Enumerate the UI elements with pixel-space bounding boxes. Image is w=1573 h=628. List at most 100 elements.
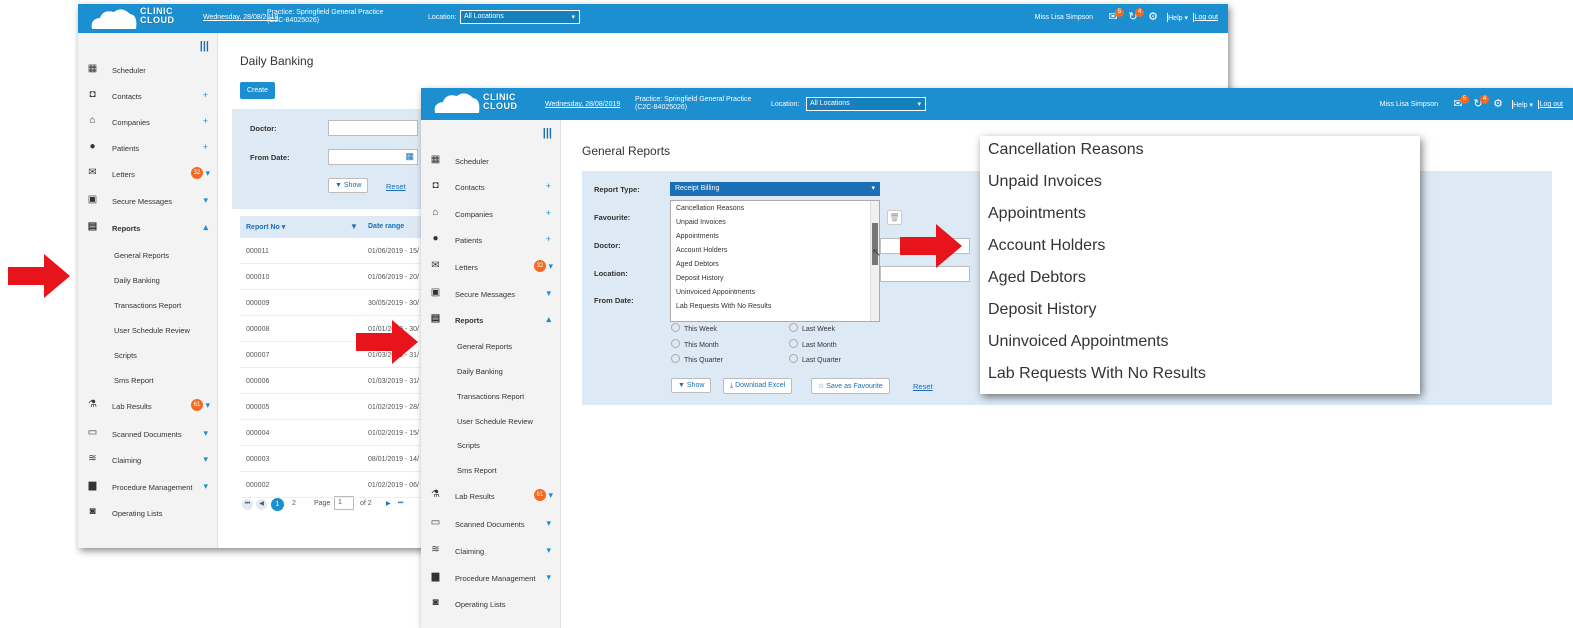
doctor-input[interactable] (328, 120, 418, 136)
page-input[interactable]: 1 (334, 496, 354, 510)
logout-link[interactable]: Log out (1195, 14, 1218, 21)
radio-this-quarter[interactable]: This Quarter (671, 354, 723, 364)
sidebar-item-general-reports[interactable]: General Reports (78, 242, 218, 267)
sidebar-item-reports[interactable]: ▤ Reports ▴ (78, 215, 218, 240)
from-date-input[interactable]: ▦ (328, 149, 418, 165)
sidebar-item-scripts[interactable]: Scripts (78, 342, 218, 367)
sidebar-item-patients[interactable]: ● Patients + (78, 135, 218, 160)
sidebar-item-companies[interactable]: ⌂ Companies + (78, 109, 218, 134)
user-name[interactable]: Miss Lisa Simpson (1380, 101, 1438, 108)
gear-icon[interactable]: ⚙ (1491, 98, 1505, 112)
reset-link[interactable]: Reset (913, 382, 933, 391)
sidebar-item-secure-messages[interactable]: ▣ Secure Messages ▾ (78, 188, 218, 213)
column-report-no[interactable]: Report No ▾ (246, 223, 285, 231)
sidebar-item-reports[interactable]: ▤ Reports ▴ (421, 307, 561, 332)
zoom-unpaid-invoices[interactable]: Unpaid Invoices (988, 173, 1102, 191)
sidebar-item-secure-messages[interactable]: ▣ Secure Messages ▾ (421, 281, 561, 306)
sidebar-item-operating-lists[interactable]: ◙ Operating Lists (421, 591, 561, 616)
user-name[interactable]: Miss Lisa Simpson (1035, 14, 1093, 21)
sidebar-item-lab-results[interactable]: ⚗ Lab Results 61 ▾ (78, 393, 218, 418)
option-appointments[interactable]: Appointments (676, 233, 719, 240)
sidebar-item-procedure-management[interactable]: ▆ Procedure Management ▾ (421, 565, 561, 590)
sidebar-item-general-reports[interactable]: General Reports (421, 333, 561, 358)
option-uninvoiced-appointments[interactable]: Uninvoiced Appointments (676, 289, 755, 296)
sidebar-item-scanned-documents[interactable]: ▭ Scanned Documents ▾ (78, 421, 218, 446)
radio-last-quarter[interactable]: Last Quarter (789, 354, 841, 364)
option-cancellation-reasons[interactable]: Cancellation Reasons (676, 205, 744, 212)
sidebar-item-procedure-management[interactable]: ▆ Procedure Management ▾ (78, 474, 218, 499)
dropdown-scrollbar[interactable] (870, 201, 879, 321)
radio-last-week[interactable]: Last Week (789, 323, 835, 333)
alerts-icon[interactable]: ↻ 4 (1126, 8, 1144, 25)
alerts-icon[interactable]: ↻ 4 (1471, 95, 1489, 112)
sidebar-item-daily-banking[interactable]: Daily Banking (78, 267, 218, 292)
sidebar-item-user-schedule-review[interactable]: User Schedule Review (421, 408, 561, 433)
column-date-range[interactable]: Date range (368, 223, 404, 230)
help-menu[interactable]: Help ▾ (1513, 101, 1533, 109)
filter-icon[interactable]: ▼ (350, 222, 358, 231)
sidebar-item-scheduler[interactable]: ▦ Scheduler (78, 57, 218, 82)
sidebar-item-letters[interactable]: ✉ Letters 32 ▾ (421, 254, 561, 279)
option-aged-debtors[interactable]: Aged Debtors (676, 261, 719, 268)
next-page-icon[interactable]: ▶ (386, 500, 391, 507)
option-lab-requests-no-results[interactable]: Lab Requests With No Results (676, 303, 771, 310)
gear-icon[interactable]: ⚙ (1146, 11, 1160, 25)
sidebar-item-scripts[interactable]: Scripts (421, 432, 561, 457)
sidebar-item-scanned-documents[interactable]: ▭ Scanned Documents ▾ (421, 511, 561, 536)
sidebar-item-lab-results[interactable]: ⚗ Lab Results 61 ▾ (421, 483, 561, 508)
location-select[interactable]: All Locations ▾ (806, 97, 926, 111)
sidebar-item-transactions-report[interactable]: Transactions Report (421, 383, 561, 408)
first-page-icon[interactable]: ⏮ (242, 499, 253, 510)
location-input[interactable] (880, 266, 970, 282)
page-1-button[interactable]: 1 (271, 498, 284, 511)
sidebar-item-letters[interactable]: ✉ Letters 32 ▾ (78, 161, 218, 186)
trash-icon[interactable]: 🗑 (887, 210, 902, 225)
date-link[interactable]: Wednesday, 28/08/2019 (545, 101, 620, 108)
zoom-deposit-history[interactable]: Deposit History (988, 301, 1096, 319)
sidebar-item-patients[interactable]: ● Patients + (421, 227, 561, 252)
hamburger-icon[interactable]: ||| (200, 40, 209, 52)
sidebar-item-daily-banking[interactable]: Daily Banking (421, 358, 561, 383)
calendar-icon[interactable]: ▦ (405, 151, 414, 162)
zoom-cancellation-reasons[interactable]: Cancellation Reasons (988, 141, 1144, 159)
sidebar-item-claiming[interactable]: ≋ Claiming ▾ (421, 538, 561, 563)
report-type-select[interactable]: Receipt Billing ▾ (670, 182, 880, 196)
logout-link[interactable]: Log out (1540, 101, 1563, 108)
reset-link[interactable]: Reset (386, 182, 406, 191)
sidebar-item-contacts[interactable]: ◘ Contacts + (421, 174, 561, 199)
zoom-aged-debtors[interactable]: Aged Debtors (988, 269, 1086, 287)
help-menu[interactable]: Help ▾ (1168, 14, 1188, 22)
create-button[interactable]: Create (240, 82, 276, 99)
sidebar-item-contacts[interactable]: ◘ Contacts + (78, 83, 218, 108)
option-account-holders[interactable]: Account Holders (676, 247, 727, 254)
radio-last-month[interactable]: Last Month (789, 339, 837, 349)
show-button[interactable]: ▼ Show (671, 378, 712, 393)
radio-this-month[interactable]: This Month (671, 339, 719, 349)
page-2-button[interactable]: 2 (292, 500, 296, 507)
sidebar-item-transactions-report[interactable]: Transactions Report (78, 292, 218, 317)
download-excel-button[interactable]: ⤓ Download Excel (723, 378, 793, 394)
option-unpaid-invoices[interactable]: Unpaid Invoices (676, 219, 726, 226)
sidebar-item-sms-report[interactable]: Sms Report (78, 367, 218, 392)
sidebar-item-scheduler[interactable]: ▦ Scheduler (421, 148, 561, 173)
radio-this-week[interactable]: This Week (671, 323, 717, 333)
zoom-account-holders[interactable]: Account Holders (988, 237, 1105, 255)
messages-icon[interactable]: ✉ 5 (1451, 95, 1469, 112)
hamburger-icon[interactable]: ||| (543, 127, 552, 139)
sidebar-item-claiming[interactable]: ≋ Claiming ▾ (78, 447, 218, 472)
sidebar-item-operating-lists[interactable]: ◙ Operating Lists (78, 500, 218, 525)
zoom-appointments[interactable]: Appointments (988, 205, 1086, 223)
zoom-uninvoiced-appointments[interactable]: Uninvoiced Appointments (988, 333, 1169, 351)
report-type-dropdown[interactable]: Cancellation Reasons Unpaid Invoices App… (670, 200, 880, 322)
last-page-icon[interactable]: ⏭ (398, 500, 403, 507)
save-favourite-button[interactable]: ☆ Save as Favourite (811, 378, 890, 394)
prev-page-icon[interactable]: ◀ (256, 499, 267, 510)
messages-icon[interactable]: ✉ 5 (1106, 8, 1124, 25)
zoom-lab-requests-no-results[interactable]: Lab Requests With No Results (988, 365, 1206, 383)
sidebar-item-companies[interactable]: ⌂ Companies + (421, 201, 561, 226)
show-button[interactable]: ▼ Show (328, 178, 369, 193)
option-deposit-history[interactable]: Deposit History (676, 275, 723, 282)
sidebar-item-user-schedule-review[interactable]: User Schedule Review (78, 317, 218, 342)
sidebar-item-sms-report[interactable]: Sms Report (421, 457, 561, 482)
location-select[interactable]: All Locations ▾ (460, 10, 580, 24)
